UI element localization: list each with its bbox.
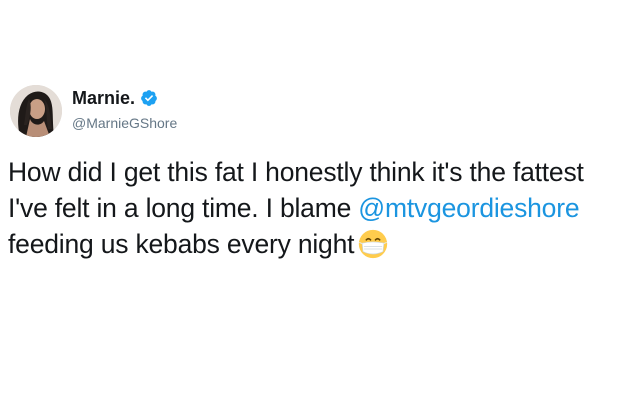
face-with-medical-mask-icon	[359, 229, 388, 259]
tweet-text: How did I get this fat I honestly think …	[8, 154, 618, 262]
tweet-text-part: feeding us kebabs every night	[8, 229, 355, 259]
mention-link[interactable]: @mtvgeordieshore	[358, 193, 579, 223]
display-name[interactable]: Marnie.	[72, 87, 135, 109]
tweet-card: Marnie. @MarnieGShore How did I get this…	[0, 0, 625, 417]
author-handle[interactable]: @MarnieGShore	[72, 114, 177, 132]
verified-badge-icon	[141, 90, 157, 106]
avatar-photo-icon	[10, 85, 62, 137]
avatar[interactable]	[10, 85, 62, 137]
author-name-row[interactable]: Marnie.	[72, 87, 158, 109]
